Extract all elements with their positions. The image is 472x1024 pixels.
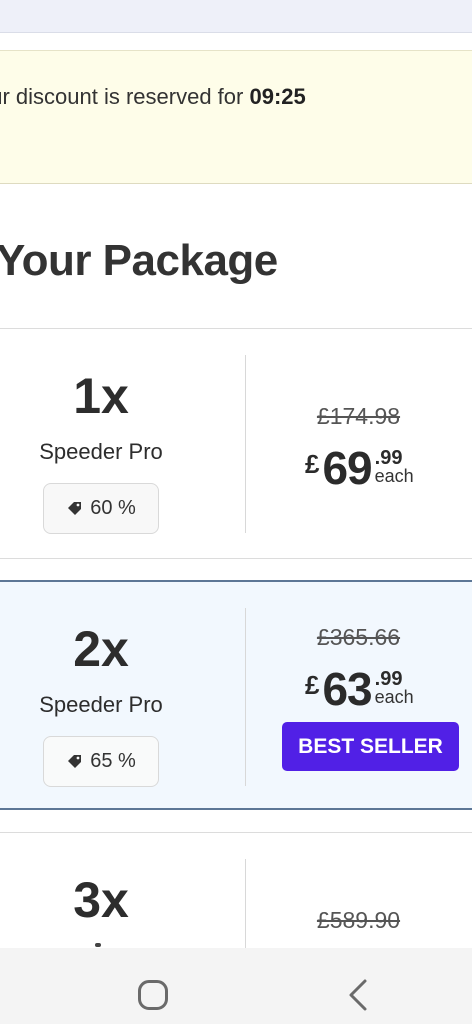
package-option-2[interactable]: 2x Speeder Pro 65 % £365.66 £ 63 .99 eac… (0, 580, 472, 810)
price-unit: each (374, 687, 414, 707)
discount-badge: 65 % (43, 736, 159, 787)
price-whole: 63 (322, 663, 372, 715)
package-title: Your Package (0, 236, 278, 285)
discount-banner: our discount is reserved for 09:25 (0, 50, 472, 184)
discount-percent: 65 % (90, 750, 136, 772)
top-strip (0, 0, 472, 33)
product-name-clipped (95, 943, 101, 947)
original-price: £365.66 (316, 624, 401, 650)
original-price: £174.98 (316, 403, 401, 429)
best-seller-badge: BEST SELLER (282, 722, 459, 771)
product-name: Speeder Pro (39, 439, 163, 464)
currency-symbol: £ (305, 449, 320, 479)
original-price: £589.90 (316, 907, 401, 933)
unit-price: £ 69 .99 each (305, 445, 414, 495)
back-icon[interactable] (345, 977, 371, 1013)
banner-message: our discount is reserved for (0, 84, 250, 109)
tag-icon (68, 501, 82, 515)
package-quantity: 3x (73, 872, 129, 928)
price-fraction: .99 each (374, 666, 414, 707)
price-unit: each (374, 466, 414, 486)
price-cents: .99 (374, 447, 403, 469)
package-option-1[interactable]: 1x Speeder Pro 60 % £174.98 £ 69 .99 eac… (0, 328, 472, 559)
package-quantity: 1x (73, 368, 129, 424)
price-cents: .99 (374, 668, 403, 690)
discount-percent: 60 % (90, 497, 136, 519)
home-icon[interactable] (138, 980, 168, 1010)
price-whole: 69 (322, 442, 372, 494)
product-name: Speeder Pro (39, 692, 163, 717)
package-quantity: 2x (73, 621, 129, 677)
banner-text: our discount is reserved for 09:25 (0, 84, 306, 110)
price-fraction: .99 each (374, 445, 414, 486)
countdown-timer: 09:25 (249, 84, 306, 109)
currency-symbol: £ (305, 670, 320, 700)
discount-badge: 60 % (43, 483, 159, 534)
tag-icon (68, 754, 82, 768)
system-navigation-bar (0, 948, 472, 1024)
unit-price: £ 63 .99 each (305, 666, 414, 716)
card-divider (245, 355, 246, 533)
